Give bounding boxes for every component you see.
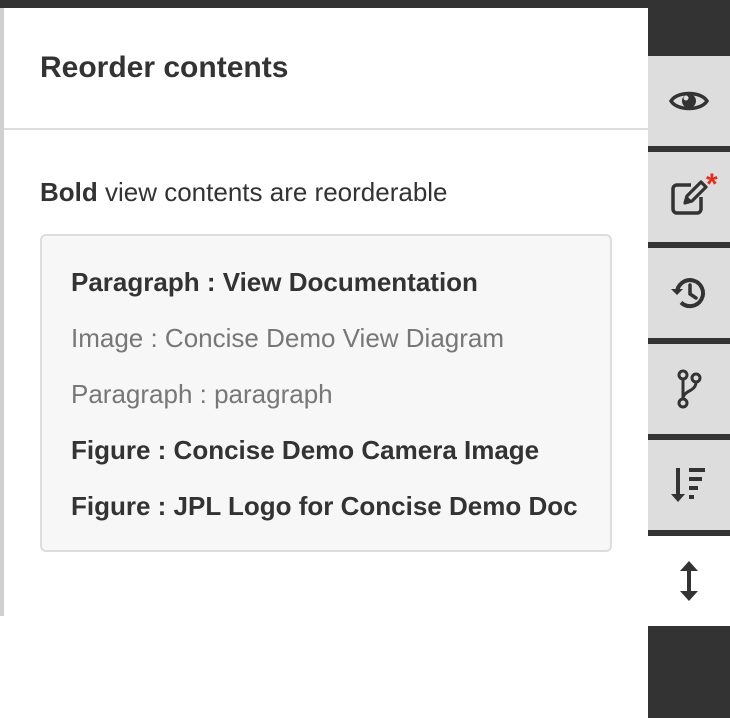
top-bar (0, 0, 648, 8)
preview-button[interactable] (648, 56, 730, 146)
list-item[interactable]: Figure : JPL Logo for Concise Demo Doc (71, 486, 582, 526)
list-item: Image : Concise Demo View Diagram (71, 323, 505, 353)
reorder-hint: Bold view contents are reorderable (40, 176, 612, 208)
eye-icon (669, 86, 709, 116)
reorder-view-button[interactable] (648, 440, 730, 530)
list-item[interactable]: Paragraph : View Documentation (71, 262, 582, 302)
list-item: Paragraph : paragraph (71, 379, 333, 409)
hint-text: view contents are reorderable (97, 177, 448, 207)
reorder-contents-button[interactable] (648, 536, 730, 626)
branches-button[interactable] (648, 344, 730, 434)
hint-bold: Bold (40, 177, 98, 207)
panel-header: Reorder contents (4, 8, 648, 130)
edit-icon (669, 177, 709, 217)
edit-button[interactable]: * (648, 152, 730, 242)
vertical-resize-icon (677, 559, 701, 603)
history-icon (669, 273, 709, 313)
sort-icon (669, 464, 709, 506)
branch-icon (674, 368, 704, 410)
panel-footer-space (0, 616, 648, 718)
panel-title: Reorder contents (40, 51, 289, 84)
right-toolbar: * (648, 0, 730, 718)
list-item[interactable]: Figure : Concise Demo Camera Image (71, 430, 582, 470)
history-button[interactable] (648, 248, 730, 338)
contents-list: Paragraph : View Documentation Image : C… (40, 234, 612, 552)
panel-body: Bold view contents are reorderable Parag… (4, 130, 648, 552)
reorder-panel: Reorder contents Bold view contents are … (0, 8, 648, 616)
unsaved-badge: * (706, 168, 718, 201)
